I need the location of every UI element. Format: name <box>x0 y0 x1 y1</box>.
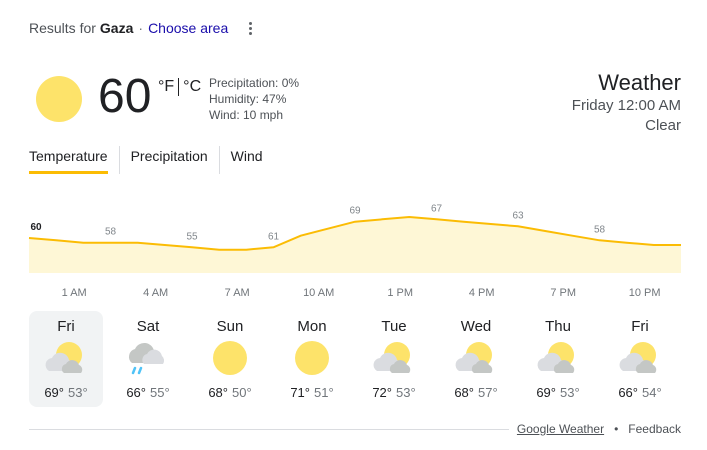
more-options-icon[interactable] <box>240 20 260 40</box>
forecast-day-name: Wed <box>460 318 492 335</box>
forecast-day-1[interactable]: Sat 66° 55° <box>111 311 185 407</box>
time-tick-label: 7 PM <box>550 287 576 299</box>
forecast-low: 57° <box>478 385 498 400</box>
partly-cloudy-icon <box>619 342 657 373</box>
forecast-temps: 66° 54° <box>603 385 677 400</box>
forecast-low: 54° <box>642 385 662 400</box>
partly-cloudy-icon <box>455 342 493 373</box>
sun-icon <box>295 341 329 375</box>
time-tick-label: 1 PM <box>387 287 413 299</box>
google-weather-link[interactable]: Google Weather <box>517 422 604 436</box>
feedback-link[interactable]: Feedback <box>628 422 681 436</box>
forecast-high: 66° <box>126 385 146 400</box>
forecast-low: 53° <box>396 385 416 400</box>
forecast-day-5[interactable]: Wed 68° 57° <box>439 311 513 407</box>
time-tick-label: 1 AM <box>62 287 87 299</box>
forecast-temps: 72° 53° <box>357 385 431 400</box>
separator: · <box>138 20 144 36</box>
forecast-temps: 69° 53° <box>521 385 595 400</box>
temperature-data-label: 67 <box>431 203 443 214</box>
temperature-data-label: 55 <box>186 231 198 242</box>
temperature-data-label: 61 <box>268 231 280 242</box>
forecast-day-0[interactable]: Fri 69° 53° <box>29 311 103 407</box>
forecast-low: 53° <box>560 385 580 400</box>
forecast-low: 51° <box>314 385 334 400</box>
partly-cloudy-icon <box>45 342 83 373</box>
forecast-day-name: Fri <box>631 318 649 335</box>
forecast-day-name: Sat <box>136 318 160 335</box>
forecast-day-name: Tue <box>381 318 407 335</box>
wind-text: Wind: 10 mph <box>209 108 284 122</box>
time-tick-label: 7 AM <box>225 287 250 299</box>
temperature-data-label: 58 <box>105 227 117 238</box>
time-tick-label: 4 PM <box>469 287 495 299</box>
forecast-day-name: Sun <box>216 318 244 335</box>
forecast-high: 72° <box>372 385 392 400</box>
temperature-area <box>29 217 681 273</box>
current-conditions: Precipitation: 0% Humidity: 47% Wind: 10… <box>209 75 299 123</box>
tab-temperature[interactable]: Temperature <box>29 146 119 174</box>
temperature-chart-svg: 60 58 55 61 69 67 63 58 1 AM 4 AM 7 AM 10 AM 1 PM 4 P… <box>28 203 681 299</box>
forecast-temps: 69° 53° <box>29 385 103 400</box>
sun-icon <box>213 341 247 375</box>
humidity-text: Humidity: 47% <box>209 92 287 106</box>
time-tick-label: 10 AM <box>303 287 334 299</box>
weather-title: Weather <box>598 70 681 95</box>
forecast-temps: 71° 51° <box>275 385 349 400</box>
location-name: Gaza <box>99 20 134 36</box>
fahrenheit-button[interactable]: °F <box>158 78 174 96</box>
forecast-low: 50° <box>232 385 252 400</box>
weather-condition: Clear <box>645 117 681 134</box>
forecast-day-2[interactable]: Sun 68° 50° <box>193 311 267 407</box>
time-tick-label: 4 AM <box>143 287 168 299</box>
forecast-day-6[interactable]: Thu 69° 53° <box>521 311 595 407</box>
forecast-day-3[interactable]: Mon 71° 51° <box>275 311 349 407</box>
precipitation-text: Precipitation: 0% <box>209 76 300 90</box>
unit-divider <box>178 78 180 96</box>
results-prefix: Results for <box>29 20 96 36</box>
forecast-low: 53° <box>68 385 88 400</box>
weather-datetime: Friday 12:00 AM <box>571 97 681 114</box>
temperature-chart: 60 58 55 61 69 67 63 58 1 AM 4 AM 7 AM 10 AM 1 PM 4 P… <box>0 190 707 300</box>
forecast-low: 55° <box>150 385 170 400</box>
forecast-high: 68° <box>208 385 228 400</box>
temperature-data-label: 63 <box>512 210 524 221</box>
weather-tabs: Temperature Precipitation Wind <box>29 146 274 174</box>
forecast-temps: 68° 57° <box>439 385 513 400</box>
forecast-temps: 68° 50° <box>193 385 267 400</box>
choose-area-link[interactable]: Choose area <box>148 20 228 36</box>
sun-icon <box>36 76 82 122</box>
forecast-high: 69° <box>44 385 64 400</box>
tab-precipitation[interactable]: Precipitation <box>118 146 219 174</box>
forecast-high: 71° <box>290 385 310 400</box>
footer: Google Weather • Feedback <box>508 422 681 436</box>
weather-summary: Weather Friday 12:00 AM Clear <box>572 70 681 136</box>
forecast-temps: 66° 55° <box>111 385 185 400</box>
daily-forecast: Fri 69° 53° Sat 66° 55° Sun 68° 50° Mon 71° 51° Tue 7… <box>29 311 685 407</box>
forecast-day-name: Mon <box>297 318 327 335</box>
temperature-data-label: 60 <box>30 222 42 233</box>
footer-dot: • <box>614 422 619 436</box>
current-temperature: 60 <box>98 70 152 123</box>
unit-toggle: °F °C <box>158 78 201 96</box>
partly-cloudy-icon <box>373 342 411 373</box>
tab-wind[interactable]: Wind <box>218 146 274 174</box>
rain-showers-icon <box>128 342 165 375</box>
partly-cloudy-icon <box>537 342 575 373</box>
temperature-data-label: 58 <box>594 224 606 235</box>
celsius-button[interactable]: °C <box>183 78 201 96</box>
forecast-day-name: Fri <box>57 318 75 335</box>
forecast-high: 69° <box>536 385 556 400</box>
forecast-high: 68° <box>454 385 474 400</box>
time-tick-label: 10 PM <box>629 287 661 299</box>
temperature-data-label: 69 <box>349 206 361 217</box>
forecast-day-4[interactable]: Tue 72° 53° <box>357 311 431 407</box>
results-header: Results for Gaza · Choose area <box>29 20 228 36</box>
forecast-day-name: Thu <box>545 318 571 335</box>
forecast-high: 66° <box>618 385 638 400</box>
forecast-day-7[interactable]: Fri 66° 54° <box>603 311 677 407</box>
